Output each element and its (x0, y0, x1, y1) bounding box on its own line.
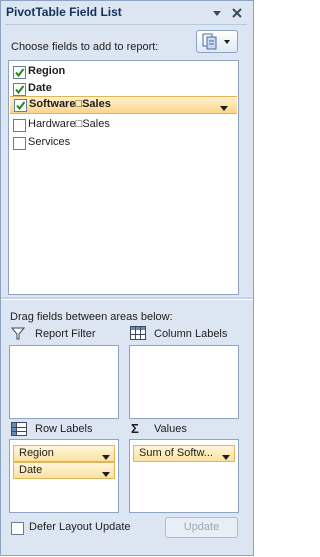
row-labels-label: Row Labels (35, 423, 93, 435)
layout-icon (202, 33, 230, 50)
field-dropdown-icon[interactable] (220, 102, 228, 111)
chevron-down-icon (213, 11, 221, 16)
field-label: Hardware□Sales (28, 118, 110, 130)
pane-title-bar[interactable]: PivotTable Field List (1, 1, 253, 24)
defer-layout-label: Defer Layout Update (29, 521, 131, 533)
field-item[interactable]: Services (9, 134, 238, 152)
field-checkbox[interactable] (13, 83, 26, 96)
area-field-chip[interactable]: Date (13, 462, 115, 479)
report-filter-area[interactable] (9, 345, 119, 419)
chip-label: Date (19, 464, 43, 476)
pane-options-button[interactable] (208, 4, 226, 22)
pane-splitter[interactable] (1, 297, 253, 300)
field-label: Software□Sales (29, 98, 111, 110)
chip-label: Sum of Softw... (139, 447, 213, 459)
sigma-icon: Σ (131, 421, 139, 436)
chip-label: Region (19, 447, 54, 459)
values-label: Values (154, 423, 187, 435)
defer-layout-checkbox[interactable] (11, 522, 24, 535)
choose-fields-label: Choose fields to add to report: (11, 41, 159, 53)
close-icon (232, 8, 242, 18)
chip-dropdown-icon[interactable] (102, 468, 110, 480)
column-labels-icon (130, 326, 146, 340)
field-label: Services (28, 136, 71, 148)
area-field-chip[interactable]: Region (13, 445, 115, 462)
area-field-chip[interactable]: Sum of Softw... (133, 445, 235, 462)
update-button[interactable]: Update (165, 517, 238, 538)
field-label: Region (28, 65, 66, 77)
filter-icon (11, 327, 25, 340)
field-item[interactable]: Software□Sales (10, 96, 237, 114)
check-icon (15, 68, 25, 78)
chip-dropdown-icon[interactable] (222, 451, 230, 463)
field-label: Date (28, 82, 52, 94)
pane-title: PivotTable Field List (6, 5, 122, 19)
field-list[interactable]: Region Date Software□Sales Hardware□Sales Se… (8, 60, 239, 295)
field-item[interactable]: Hardware□Sales (9, 116, 238, 134)
check-icon (16, 101, 26, 111)
row-labels-area[interactable]: Region Date (9, 439, 119, 513)
field-item[interactable]: Region (9, 63, 238, 81)
field-list-layout-button[interactable] (196, 30, 238, 53)
pivot-field-list-pane: PivotTable Field List Choose fields to a… (0, 0, 254, 556)
drag-fields-label: Drag fields between areas below: (10, 311, 173, 323)
field-checkbox[interactable] (13, 137, 26, 150)
row-labels-icon (11, 422, 27, 436)
report-filter-label: Report Filter (35, 328, 96, 340)
field-checkbox[interactable] (13, 66, 26, 79)
field-checkbox[interactable] (13, 119, 26, 132)
title-divider (5, 24, 247, 25)
column-labels-label: Column Labels (154, 328, 228, 340)
values-area[interactable]: Sum of Softw... (129, 439, 239, 513)
check-icon (15, 85, 25, 95)
column-labels-area[interactable] (129, 345, 239, 419)
field-checkbox[interactable] (14, 99, 27, 112)
pane-close-button[interactable] (228, 4, 246, 22)
